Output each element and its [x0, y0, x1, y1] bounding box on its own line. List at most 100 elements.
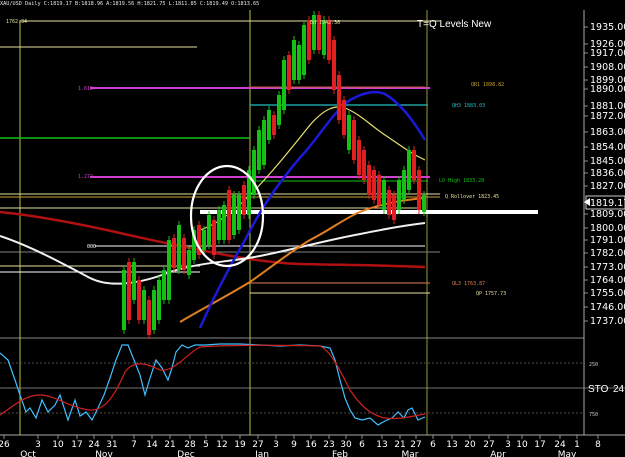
time-tick-label: 30	[340, 440, 352, 450]
month-label: May	[558, 450, 577, 457]
candle-body	[372, 170, 376, 200]
price-tick-label: 1764.00	[590, 275, 625, 286]
candle-body	[177, 225, 181, 270]
time-tick-label: 7	[131, 440, 137, 450]
candle-body	[302, 25, 306, 75]
time-tick-label: 23	[323, 440, 334, 450]
candle-body	[327, 20, 331, 60]
price-tick-label: 1908.00	[590, 62, 625, 73]
candle-body	[402, 170, 406, 200]
candle-body	[287, 55, 291, 90]
time-tick-label: 16	[305, 440, 317, 450]
time-tick-label: 24	[88, 440, 100, 450]
candle-body	[282, 60, 286, 110]
time-tick-label: 28	[184, 440, 196, 450]
candle-body	[257, 130, 261, 170]
lo-high-label: LO High 1833.28	[439, 178, 484, 184]
time-tick-label: 13	[376, 440, 387, 450]
candle-body	[217, 210, 221, 240]
price-axis: 1935.001926.001917.001908.001899.001890.…	[584, 22, 625, 327]
val-label: 000	[87, 244, 96, 250]
candle-body	[347, 115, 351, 150]
time-tick-label: 21	[394, 440, 405, 450]
time-tick-label: 24	[554, 440, 566, 450]
price-tick-label: 1773.00	[590, 262, 625, 273]
time-tick-label: 17	[534, 440, 545, 450]
price-tick-label: 1863.00	[590, 127, 625, 138]
candle-body	[407, 150, 411, 190]
osc-level-hi: 250	[589, 362, 598, 368]
price-tick-label: 1827.00	[590, 181, 625, 192]
time-tick-label: 17	[71, 440, 82, 450]
price-tick-label: 1782.00	[590, 248, 625, 259]
osc-name: STO	[588, 384, 609, 395]
candle-body	[132, 262, 136, 300]
price-tick-label: 1854.00	[590, 142, 625, 153]
candle-body	[292, 40, 296, 80]
price-tick-label: 1872.00	[590, 111, 625, 122]
candle-body	[227, 190, 231, 240]
candle-body	[147, 300, 151, 335]
candle-body	[122, 270, 126, 330]
candle-body	[422, 195, 426, 212]
candle-body	[142, 290, 146, 320]
candle-body	[367, 165, 371, 195]
candle-body	[162, 270, 166, 300]
time-tick-label: 12	[216, 440, 227, 450]
candle-body	[392, 195, 396, 220]
rollover-label: Q Rollover 1823.45	[445, 194, 499, 200]
price-tick-label: 1836.00	[590, 168, 625, 179]
candle-body	[127, 262, 131, 320]
month-label: Apr	[490, 450, 506, 457]
candle-body	[267, 110, 271, 140]
month-label: Mar	[402, 450, 419, 457]
left-level-label: 1762.34	[6, 19, 27, 25]
candle-body	[342, 100, 346, 135]
time-tick-label: 13	[446, 440, 457, 450]
candle-body	[172, 238, 176, 268]
month-label: Feb	[332, 450, 348, 457]
price-tick-label: 1809.00	[590, 209, 625, 220]
candle-body	[182, 238, 186, 270]
time-tick-label: 10	[516, 440, 528, 450]
time-tick-label: 10	[52, 440, 64, 450]
time-axis: 26 3 10 17 24 31 7 14 21 28 5 12 19 27 3 9 16 23 30 6 13 21 27…	[0, 435, 601, 457]
ql3-label: QL3 1763.87	[452, 281, 485, 287]
indicator-title: T=Q Levels New	[417, 19, 492, 30]
candle-body	[337, 75, 341, 120]
candle-body	[397, 180, 401, 210]
month-label: Nov	[95, 450, 113, 457]
price-tick-label: 1755.00	[590, 288, 625, 299]
price-tick-label: 1935.00	[590, 22, 625, 33]
candle-body	[297, 45, 301, 80]
candles	[122, 11, 426, 339]
candle-body	[387, 190, 391, 215]
candle-body	[137, 280, 141, 320]
candle-body	[157, 280, 161, 320]
time-tick-label: 6	[430, 440, 436, 450]
candle-body	[352, 120, 356, 160]
time-tick-label: 14	[146, 440, 158, 450]
candle-body	[237, 195, 241, 230]
price-tick-label: 1737.00	[590, 316, 625, 327]
candle-body	[412, 150, 416, 180]
price-tick-label: 1746.00	[590, 302, 625, 313]
qh3-label: QH3 1883.03	[452, 103, 485, 109]
month-label: Jan	[254, 450, 269, 457]
time-tick-label: 3	[505, 440, 511, 450]
candle-body	[377, 175, 381, 205]
time-tick-label: 6	[359, 440, 365, 450]
time-tick-label: 3	[35, 440, 41, 450]
time-tick-label: 5	[203, 440, 209, 450]
candle-body	[222, 205, 226, 240]
chart-canvas[interactable]: 1819.17 1935.001926.001917.001908.001899…	[0, 0, 625, 457]
month-label: Oct	[20, 450, 36, 457]
time-tick-label: 21	[164, 440, 175, 450]
candle-body	[417, 170, 421, 210]
ema-orange	[179, 197, 426, 323]
candle-body	[382, 180, 386, 210]
candle-body	[212, 220, 216, 255]
time-tick-label: 8	[595, 440, 601, 450]
osc-value: 24.	[613, 384, 625, 395]
candle-body	[262, 120, 266, 165]
